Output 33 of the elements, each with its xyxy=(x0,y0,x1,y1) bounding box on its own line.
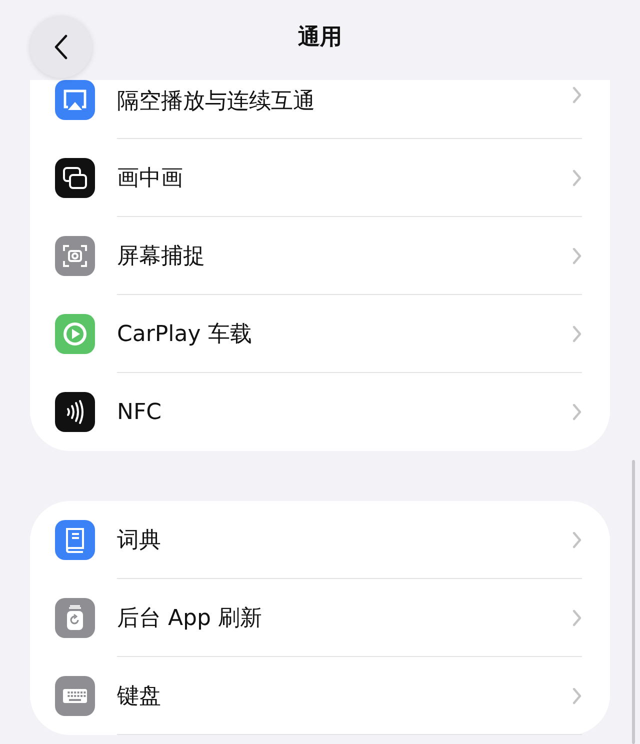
row-label: 屏幕捕捉 xyxy=(117,242,205,270)
row-label: CarPlay 车载 xyxy=(117,320,252,348)
chevron-right-icon xyxy=(572,168,582,186)
chevron-left-icon xyxy=(53,34,69,60)
settings-row[interactable]: NFC xyxy=(30,373,610,451)
chevron-right-icon xyxy=(572,403,582,421)
row-label: 键盘 xyxy=(117,682,161,710)
settings-row[interactable]: 后台 App 刷新 xyxy=(30,579,610,657)
settings-row[interactable]: 隔空播放与连续互通 xyxy=(30,80,610,139)
contactless-icon xyxy=(55,392,95,432)
page-title: 通用 xyxy=(298,24,342,52)
chevron-right-icon xyxy=(572,246,582,264)
row-label: 后台 App 刷新 xyxy=(117,604,262,632)
settings-row[interactable]: 画中画 xyxy=(30,139,610,217)
keyboard-icon xyxy=(55,676,95,716)
picture-in-picture-icon xyxy=(55,158,95,198)
camera-frame-icon xyxy=(55,236,95,276)
refresh-icon xyxy=(55,598,95,638)
book-icon xyxy=(55,520,95,560)
settings-row[interactable]: 屏幕捕捉 xyxy=(30,217,610,295)
chevron-right-icon xyxy=(572,686,582,704)
settings-row[interactable]: 词典 xyxy=(30,501,610,579)
row-label: 词典 xyxy=(117,526,161,554)
chevron-right-icon xyxy=(572,530,582,548)
chevron-right-icon xyxy=(572,324,582,342)
back-button[interactable] xyxy=(30,16,92,78)
row-label: 画中画 xyxy=(117,164,183,192)
row-label: 隔空播放与连续互通 xyxy=(117,88,315,116)
chevron-right-icon xyxy=(572,608,582,626)
chevron-right-icon xyxy=(572,86,582,104)
settings-row[interactable]: CarPlay 车载 xyxy=(30,295,610,373)
row-label: NFC xyxy=(117,400,162,424)
settings-row[interactable]: 键盘 xyxy=(30,657,610,735)
